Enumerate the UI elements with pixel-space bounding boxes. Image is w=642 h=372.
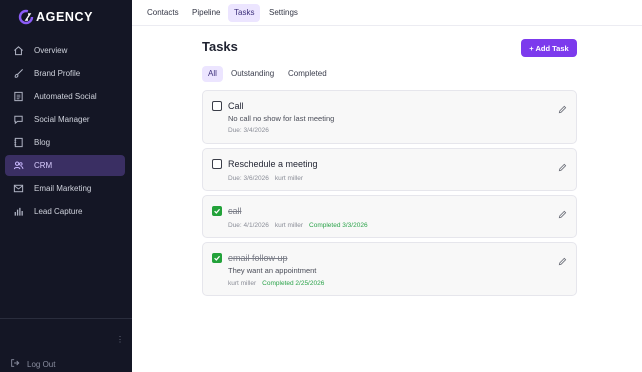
document-icon xyxy=(12,91,24,103)
sidebar-item-overview[interactable]: Overview xyxy=(5,40,125,61)
task-checkbox[interactable] xyxy=(212,159,222,169)
sidebar-item-label: Brand Profile xyxy=(34,69,81,78)
sidebar-item-lead-capture[interactable]: Lead Capture xyxy=(5,201,125,222)
sidebar-item-social-manager[interactable]: Social Manager xyxy=(5,109,125,130)
sidebar-item-label: Social Manager xyxy=(34,115,90,124)
more-options-icon[interactable]: ⋮ xyxy=(116,335,124,344)
task-assignee: kurt miller xyxy=(274,222,304,229)
sidebar-item-label: Automated Social xyxy=(34,92,97,101)
task-checkbox-checked[interactable] xyxy=(212,206,222,216)
tab-tasks[interactable]: Tasks xyxy=(228,4,261,22)
sidebar-item-label: Lead Capture xyxy=(34,207,83,216)
brand-logo-icon xyxy=(18,9,34,25)
task-meta: Due: 4/1/2026 kurt miller Completed 3/3/… xyxy=(228,222,374,229)
sidebar-item-label: Email Marketing xyxy=(34,184,92,193)
task-title: Call xyxy=(228,101,244,111)
task-due-date: Due: 4/1/2026 xyxy=(228,222,269,229)
task-due-date: Due: 3/6/2026 xyxy=(228,175,269,182)
sidebar-item-label: Blog xyxy=(34,138,51,147)
task-meta: kurt miller Completed 2/25/2026 xyxy=(228,280,330,287)
edit-pencil-icon[interactable] xyxy=(558,206,567,219)
task-assignee: kurt miller xyxy=(274,175,304,182)
task-checkbox[interactable] xyxy=(212,101,222,111)
tab-contacts[interactable]: Contacts xyxy=(141,4,185,22)
task-due-date: Due: 3/4/2026 xyxy=(228,127,269,134)
page-title: Tasks xyxy=(202,39,238,54)
tab-settings[interactable]: Settings xyxy=(263,4,304,22)
sidebar-item-email-marketing[interactable]: Email Marketing xyxy=(5,178,125,199)
task-description: They want an appointment xyxy=(228,266,317,275)
task-meta: Due: 3/4/2026 xyxy=(228,127,275,134)
task-card[interactable]: Call No call no show for last meeting Du… xyxy=(202,90,577,144)
users-icon xyxy=(12,160,24,172)
edit-pencil-icon[interactable] xyxy=(558,253,567,266)
logout-button[interactable]: Log Out xyxy=(10,358,55,370)
task-completed-date: Completed 2/25/2026 xyxy=(262,280,325,287)
task-card[interactable]: email follow up They want an appointment… xyxy=(202,242,577,296)
task-checkbox-checked[interactable] xyxy=(212,253,222,263)
sidebar-item-label: CRM xyxy=(34,161,53,170)
brand-name: AGENCY xyxy=(36,10,94,24)
edit-pencil-icon[interactable] xyxy=(558,101,567,114)
logout-label: Log Out xyxy=(27,359,56,369)
bar-chart-icon xyxy=(12,206,24,218)
tab-pipeline[interactable]: Pipeline xyxy=(186,4,226,22)
filter-all[interactable]: All xyxy=(202,66,223,82)
home-icon xyxy=(12,45,24,57)
checkmark-icon xyxy=(214,255,221,261)
task-title: Reschedule a meeting xyxy=(228,159,318,169)
sidebar-item-blog[interactable]: Blog xyxy=(5,132,125,153)
task-meta: Due: 3/6/2026 kurt miller xyxy=(228,175,309,182)
edit-pencil-icon[interactable] xyxy=(558,159,567,172)
add-task-button[interactable]: + Add Task xyxy=(521,39,577,57)
sidebar-item-automated-social[interactable]: Automated Social xyxy=(5,86,125,107)
sidebar-item-brand-profile[interactable]: Brand Profile xyxy=(5,63,125,84)
logout-icon xyxy=(10,358,20,370)
sidebar: AGENCY Overview Brand Profile Automated … xyxy=(0,0,132,372)
sidebar-item-label: Overview xyxy=(34,46,68,55)
task-assignee: kurt miller xyxy=(228,280,257,287)
task-completed-date: Completed 3/3/2026 xyxy=(309,222,368,229)
filter-completed[interactable]: Completed xyxy=(282,66,333,82)
mail-icon xyxy=(12,183,24,195)
filter-outstanding[interactable]: Outstanding xyxy=(225,66,280,82)
brand-logo[interactable]: AGENCY xyxy=(18,8,93,26)
chat-icon xyxy=(12,114,24,126)
task-card[interactable]: call Due: 4/1/2026 kurt miller Completed… xyxy=(202,195,577,238)
top-nav: Contacts Pipeline Tasks Settings xyxy=(132,0,642,26)
checkmark-icon xyxy=(214,208,221,214)
brush-icon xyxy=(12,68,24,80)
sidebar-item-crm[interactable]: CRM xyxy=(5,155,125,176)
notebook-icon xyxy=(12,137,24,149)
task-description: No call no show for last meeting xyxy=(228,114,335,123)
task-title: call xyxy=(228,206,242,216)
task-card[interactable]: Reschedule a meeting Due: 3/6/2026 kurt … xyxy=(202,148,577,191)
sidebar-divider xyxy=(0,318,132,319)
task-title: email follow up xyxy=(228,253,288,263)
